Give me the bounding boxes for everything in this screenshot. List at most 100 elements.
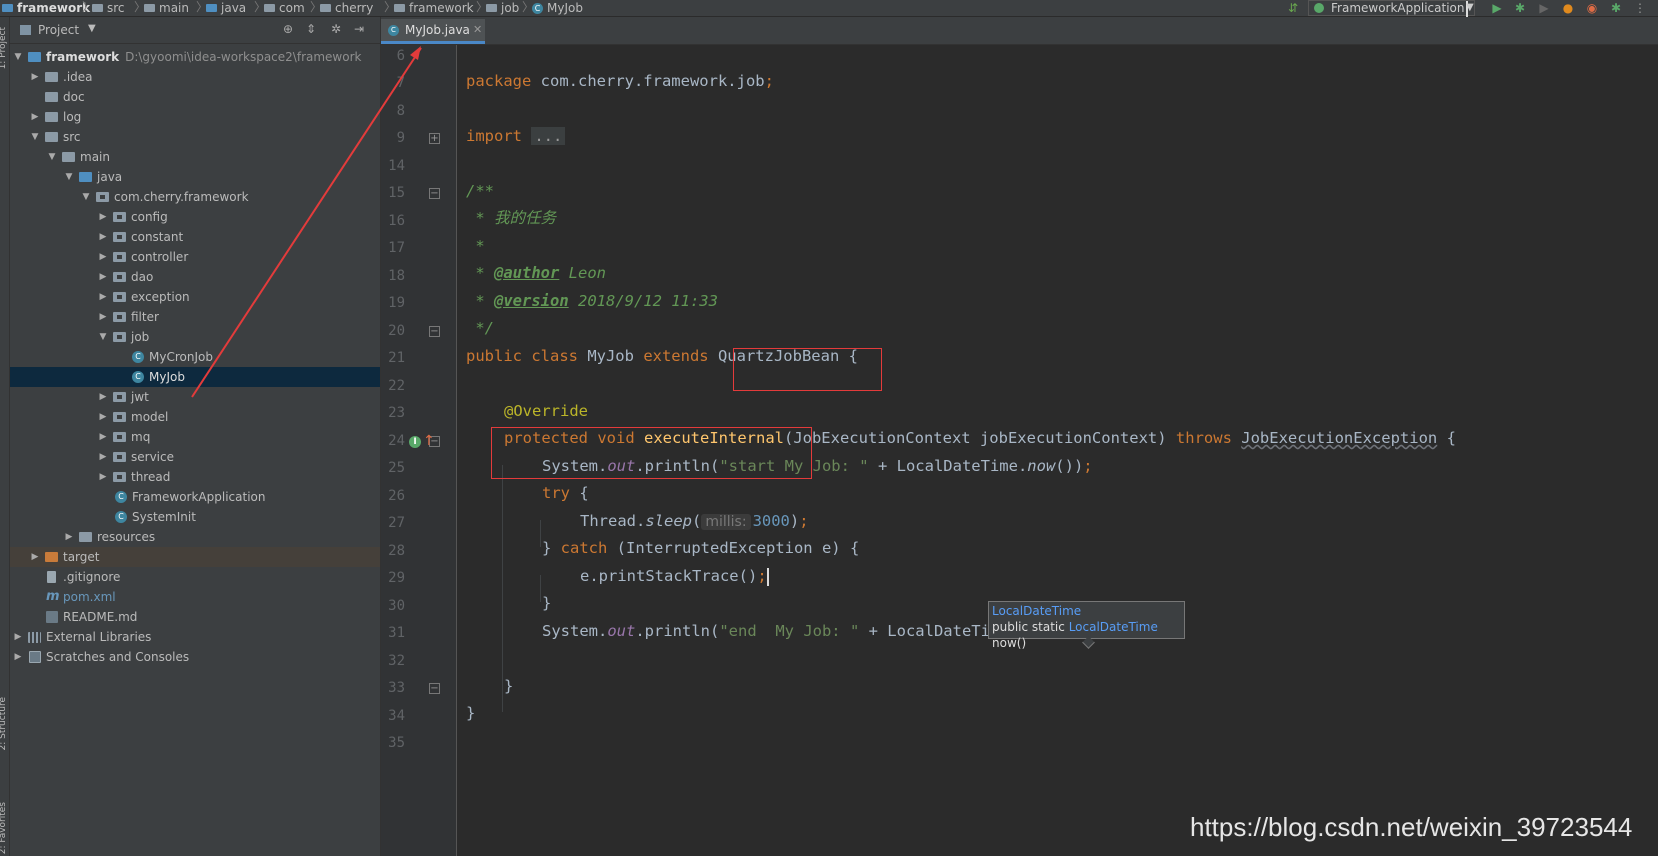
chevron-right-icon[interactable]: ▶ [98,447,108,467]
close-icon[interactable]: ✕ [473,19,482,41]
line-number: 27 [388,515,405,531]
breadcrumb-cherry[interactable]: cherry [320,1,373,15]
chevron-right-icon[interactable]: ▶ [98,307,108,327]
tree-item-controller[interactable]: ▶ controller [10,247,380,267]
tree-item-mq[interactable]: ▶ mq [10,427,380,447]
tree-item-java[interactable]: ▼ java [10,167,380,187]
tooltip-return-type-link[interactable]: LocalDateTime [1069,620,1158,634]
gear-icon[interactable]: ✲ [329,22,343,36]
update-icon[interactable]: ✱ [1609,1,1623,15]
breadcrumb-job[interactable]: job [486,1,519,15]
tree-item-scratches[interactable]: ▶ Scratches and Consoles [10,647,380,667]
class-icon: C [388,25,399,36]
breadcrumb-main[interactable]: main [144,1,189,15]
collapse-all-icon[interactable]: ⇕ [304,22,318,36]
breadcrumb-framework[interactable]: framework [2,1,90,15]
override-arrow-icon[interactable]: ↑ [423,434,435,448]
breadcrumb-myjob[interactable]: C MyJob [532,1,583,15]
chevron-down-icon[interactable]: ▼ [88,23,96,34]
folder-icon [92,4,103,12]
tree-item-dao[interactable]: ▶ dao [10,267,380,287]
tree-item-exception[interactable]: ▶ exception [10,287,380,307]
chevron-right-icon[interactable]: ▶ [64,527,74,547]
fold-collapse-icon[interactable]: − [429,326,440,337]
chevron-right-icon[interactable]: ▶ [98,247,108,267]
chevron-down-icon[interactable]: ▼ [30,127,40,147]
chevron-right-icon[interactable]: ▶ [98,427,108,447]
tree-item-idea[interactable]: ▶ .idea [10,67,380,87]
tree-item-service[interactable]: ▶ service [10,447,380,467]
tree-item-job[interactable]: ▼ job [10,327,380,347]
tree-item-com-cherry-framework[interactable]: ▼ com.cherry.framework [10,187,380,207]
profile-icon[interactable]: ● [1561,1,1575,15]
run-configuration-select[interactable]: FrameworkApplication ▼ [1308,0,1475,19]
chevron-right-icon[interactable]: ▶ [30,547,40,567]
chevron-right-icon[interactable]: ▶ [98,207,108,227]
line-number: 35 [388,735,405,751]
tree-item-doc[interactable]: doc [10,87,380,107]
build-icon[interactable]: ⇵ [1286,1,1300,15]
chevron-right-icon[interactable]: ▶ [98,227,108,247]
tree-item-constant[interactable]: ▶ constant [10,227,380,247]
tree-item-log[interactable]: ▶ log [10,107,380,127]
tooltip-class-link[interactable]: LocalDateTime [992,603,1181,619]
fold-collapse-icon[interactable]: − [429,683,440,694]
chevron-right-icon[interactable]: ▶ [13,627,23,647]
tree-item-resources[interactable]: ▶ resources [10,527,380,547]
tree-item-readme[interactable]: README.md [10,607,380,627]
tree-item-gitignore[interactable]: .gitignore [10,567,380,587]
chevron-right-icon[interactable]: ▶ [98,267,108,287]
chevron-down-icon[interactable]: ▼ [81,187,91,207]
package-icon [113,292,126,302]
chevron-right-icon[interactable]: ▶ [13,647,23,667]
tree-item-filter[interactable]: ▶ filter [10,307,380,327]
more-icon[interactable]: ⋮ [1633,1,1647,15]
locate-icon[interactable]: ⊕ [281,22,295,36]
tree-item-framework[interactable]: ▼ framework D:\gyoomi\idea-workspace2\fra… [10,47,380,67]
hide-icon[interactable]: ⇥ [352,22,366,36]
tree-item-mycronjob[interactable]: C MyCronJob [10,347,380,367]
implements-icon[interactable]: I [409,436,421,448]
tree-item-config[interactable]: ▶ config [10,207,380,227]
debug-icon[interactable]: ✱ [1513,1,1527,15]
chevron-right-icon[interactable]: ▶ [30,67,40,87]
project-view-selector[interactable]: Project [38,23,79,37]
chevron-right-icon[interactable]: ▶ [30,107,40,127]
chevron-down-icon[interactable]: ▼ [98,327,108,347]
run-icon[interactable]: ▶ [1490,1,1504,15]
tree-item-target[interactable]: ▶ target [10,547,380,567]
tree-item-external-libraries[interactable]: ▶ External Libraries [10,627,380,647]
tool-tab-favorites[interactable]: 2: Favorites [0,802,8,854]
breadcrumb-src[interactable]: src [92,1,125,15]
chevron-down-icon[interactable]: ▼ [64,167,74,187]
tree-item-model[interactable]: ▶ model [10,407,380,427]
line-number: 15 [388,185,405,201]
coverage-icon[interactable]: ▶ [1537,1,1551,15]
line-number: 26 [388,488,405,504]
tree-item-pom-xml[interactable]: m pom.xml [10,587,380,607]
breadcrumb-framework-pkg[interactable]: framework [394,1,474,15]
tab-myjob-java[interactable]: C MyJob.java ✕ [381,19,485,44]
tree-item-src[interactable]: ▼ src [10,127,380,147]
chevron-right-icon[interactable]: ▶ [98,287,108,307]
folder-icon [264,4,275,12]
tree-item-thread[interactable]: ▶ thread [10,467,380,487]
folded-imports[interactable]: ... [531,127,566,145]
chevron-right-icon[interactable]: ▶ [98,387,108,407]
chevron-right-icon[interactable]: ▶ [98,467,108,487]
chevron-down-icon[interactable]: ▼ [47,147,57,167]
tool-tab-structure[interactable]: 2: Structure [0,697,8,751]
tree-item-frameworkapplication[interactable]: C FrameworkApplication [10,487,380,507]
tree-item-systeminit[interactable]: C SystemInit [10,507,380,527]
chevron-right-icon[interactable]: ▶ [98,407,108,427]
tree-item-main[interactable]: ▼ main [10,147,380,167]
tree-item-jwt[interactable]: ▶ jwt [10,387,380,407]
breadcrumb-java[interactable]: java [206,1,246,15]
fold-collapse-icon[interactable]: − [429,188,440,199]
fold-expand-icon[interactable]: + [429,133,440,144]
chevron-down-icon[interactable]: ▼ [13,47,23,67]
tree-item-myjob[interactable]: C MyJob [10,367,380,387]
breadcrumb-com[interactable]: com [264,1,305,15]
tool-tab-project[interactable]: 1: Project [0,27,8,69]
stop-icon[interactable]: ◉ [1585,1,1599,15]
